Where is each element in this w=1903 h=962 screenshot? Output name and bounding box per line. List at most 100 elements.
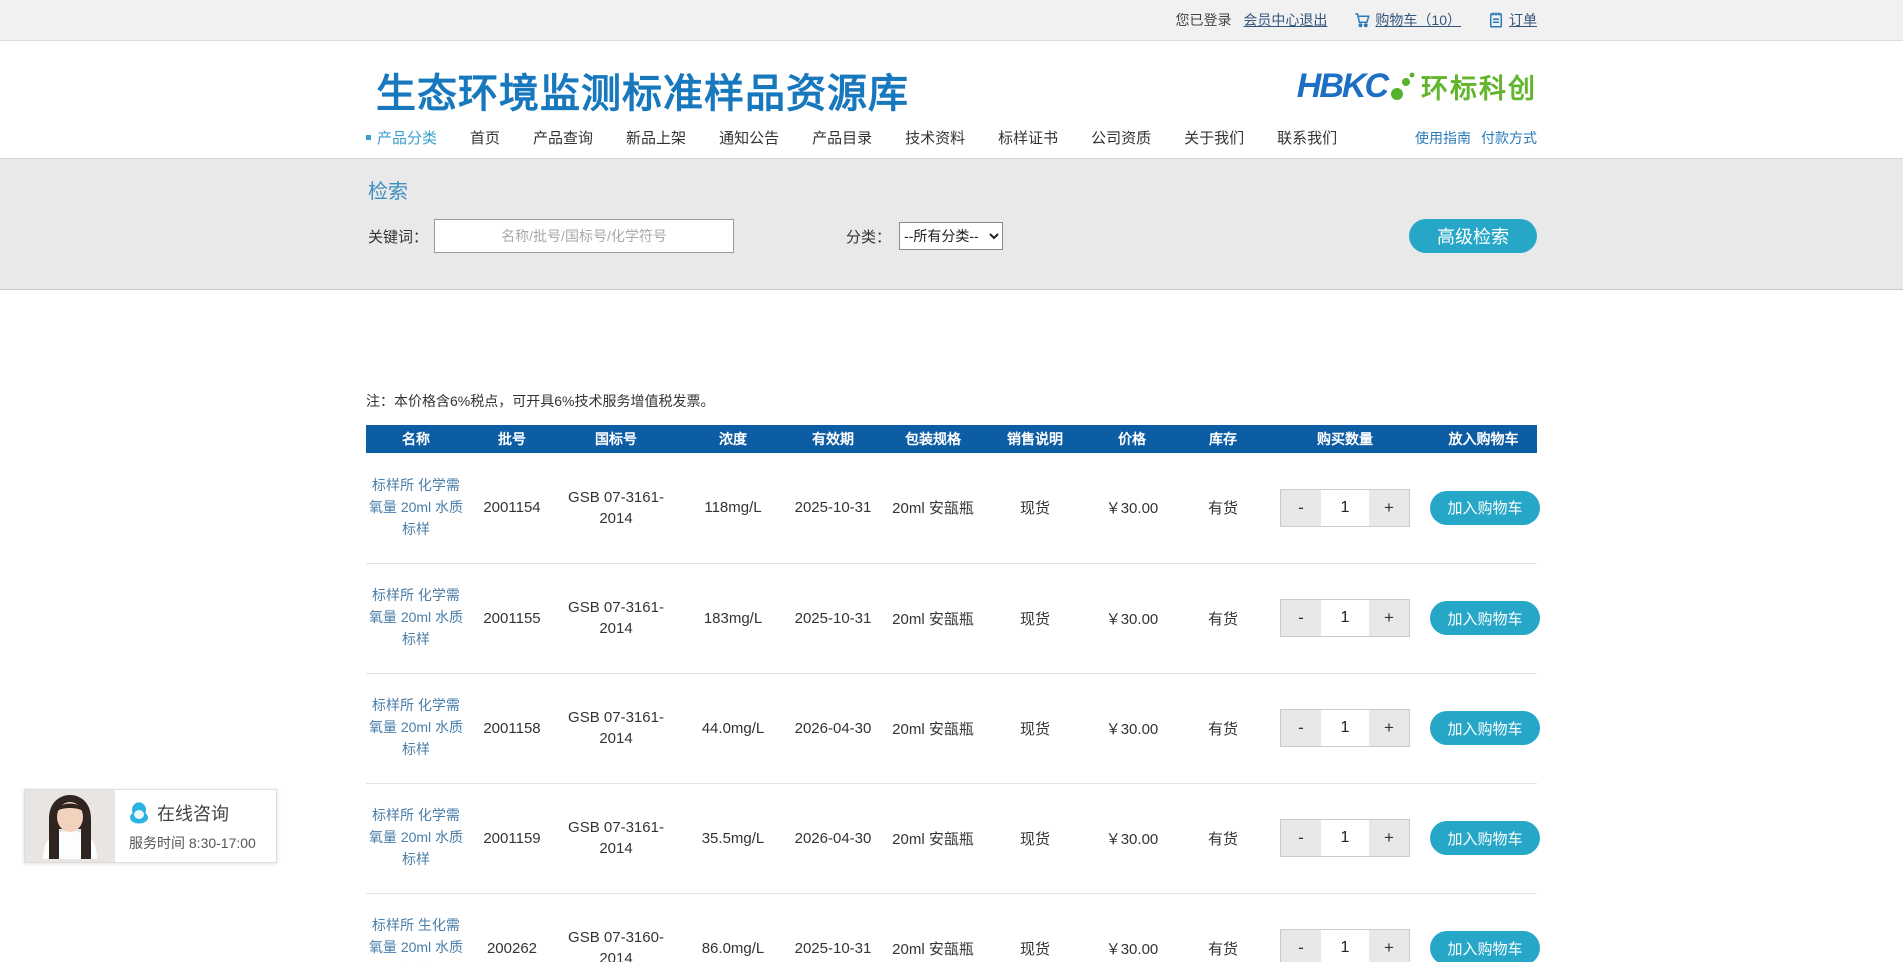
site-header: 生态环境监测标准样品资源库 HBKC 环标科创 产品分类 首页 产品查询 新品上… xyxy=(0,41,1903,159)
chat-title[interactable]: 在线咨询 xyxy=(157,800,229,826)
agent-avatar xyxy=(25,790,115,862)
price-value: ￥30.00 xyxy=(1078,673,1186,783)
qq-icon xyxy=(129,802,149,824)
quantity-value[interactable]: 1 xyxy=(1321,600,1369,636)
nav-item-notices[interactable]: 通知公告 xyxy=(719,127,779,148)
quantity-value[interactable]: 1 xyxy=(1321,820,1369,856)
quantity-value[interactable]: 1 xyxy=(1321,710,1369,746)
add-to-cart-button[interactable]: 加入购物车 xyxy=(1430,601,1540,635)
quantity-stepper: - 1 + xyxy=(1280,819,1410,857)
concentration-value: 44.0mg/L xyxy=(674,673,792,783)
nav-right-links: 使用指南 付款方式 xyxy=(1415,128,1537,148)
quantity-plus-button[interactable]: + xyxy=(1369,600,1409,636)
product-name-link[interactable]: 标样所 化学需氧量 20ml 水质标样 xyxy=(368,475,464,540)
quantity-minus-button[interactable]: - xyxy=(1281,490,1321,526)
nav-item-company-qualifications[interactable]: 公司资质 xyxy=(1091,127,1151,148)
product-name-link[interactable]: 标样所 化学需氧量 20ml 水质标样 xyxy=(368,585,464,650)
search-section-title: 检索 xyxy=(368,175,408,204)
search-section: 检索 关键词： 分类： --所有分类-- 高级检索 xyxy=(0,159,1903,290)
expiry-date: 2026-04-30 xyxy=(792,783,874,893)
sale-status: 现货 xyxy=(992,673,1078,783)
batch-number: 2001158 xyxy=(466,673,558,783)
payment-methods-link[interactable]: 付款方式 xyxy=(1481,128,1537,148)
user-guide-link[interactable]: 使用指南 xyxy=(1415,128,1471,148)
product-table: 名称 批号 国标号 浓度 有效期 包装规格 销售说明 价格 库存 购买数量 放入… xyxy=(366,425,1537,962)
gsb-number: GSB 07-3160-2014 xyxy=(558,893,674,962)
product-name-link[interactable]: 标样所 生化需氧量 20ml 水质标样 xyxy=(368,915,464,962)
quantity-plus-button[interactable]: + xyxy=(1369,490,1409,526)
col-header-concentration: 浓度 xyxy=(674,425,792,453)
quantity-value[interactable]: 1 xyxy=(1321,490,1369,526)
gsb-number: GSB 07-3161-2014 xyxy=(558,453,674,563)
batch-number: 2001154 xyxy=(466,453,558,563)
product-row: 标样所 化学需氧量 20ml 水质标样 2001155 GSB 07-3161-… xyxy=(366,563,1537,673)
concentration-value: 183mg/L xyxy=(674,563,792,673)
chat-info: 在线咨询 服务时间 8:30-17:00 xyxy=(115,790,276,862)
stock-status: 有货 xyxy=(1186,783,1260,893)
quantity-minus-button[interactable]: - xyxy=(1281,710,1321,746)
nav-item-about-us[interactable]: 关于我们 xyxy=(1184,127,1244,148)
col-header-package: 包装规格 xyxy=(874,425,992,453)
quantity-minus-button[interactable]: - xyxy=(1281,930,1321,962)
orders-link-group[interactable]: 订单 xyxy=(1487,10,1537,30)
quantity-stepper: - 1 + xyxy=(1280,599,1410,637)
gsb-number: GSB 07-3161-2014 xyxy=(558,783,674,893)
package-spec: 20ml 安瓿瓶 xyxy=(874,783,992,893)
nav-item-product-catalog[interactable]: 产品目录 xyxy=(812,127,872,148)
concentration-value: 86.0mg/L xyxy=(674,893,792,962)
quantity-plus-button[interactable]: + xyxy=(1369,820,1409,856)
sale-status: 现货 xyxy=(992,783,1078,893)
quantity-minus-button[interactable]: - xyxy=(1281,600,1321,636)
product-row: 标样所 化学需氧量 20ml 水质标样 2001158 GSB 07-3161-… xyxy=(366,673,1537,783)
stock-status: 有货 xyxy=(1186,563,1260,673)
nav-item-new-arrivals[interactable]: 新品上架 xyxy=(626,127,686,148)
batch-number: 2001159 xyxy=(466,783,558,893)
topbar: 您已登录 会员中心退出 购物车（10） 订单 xyxy=(0,0,1903,41)
chat-widget[interactable]: 在线咨询 服务时间 8:30-17:00 xyxy=(24,789,277,863)
nav-item-contact-us[interactable]: 联系我们 xyxy=(1277,127,1337,148)
keyword-input[interactable] xyxy=(434,219,734,253)
nav-list: 产品分类 首页 产品查询 新品上架 通知公告 产品目录 技术资料 标样证书 公司… xyxy=(366,127,1337,148)
nav-item-product-categories[interactable]: 产品分类 xyxy=(366,127,437,148)
stock-status: 有货 xyxy=(1186,453,1260,563)
orders-link[interactable]: 订单 xyxy=(1509,10,1537,30)
product-row: 标样所 化学需氧量 20ml 水质标样 2001159 GSB 07-3161-… xyxy=(366,783,1537,893)
expiry-date: 2025-10-31 xyxy=(792,453,874,563)
col-header-name: 名称 xyxy=(366,425,466,453)
nav-item-technical-docs[interactable]: 技术资料 xyxy=(905,127,965,148)
quantity-plus-button[interactable]: + xyxy=(1369,930,1409,962)
gsb-number: GSB 07-3161-2014 xyxy=(558,673,674,783)
stock-status: 有货 xyxy=(1186,673,1260,783)
category-label: 分类： xyxy=(846,226,891,247)
add-to-cart-button[interactable]: 加入购物车 xyxy=(1430,491,1540,525)
product-name-link[interactable]: 标样所 化学需氧量 20ml 水质标样 xyxy=(368,695,464,760)
quantity-value[interactable]: 1 xyxy=(1321,930,1369,962)
cart-link-group[interactable]: 购物车（10） xyxy=(1353,10,1461,30)
add-to-cart-button[interactable]: 加入购物车 xyxy=(1430,711,1540,745)
quantity-stepper: - 1 + xyxy=(1280,489,1410,527)
col-header-sale: 销售说明 xyxy=(992,425,1078,453)
brand-abbr: HBKC xyxy=(1297,67,1387,106)
batch-number: 200262 xyxy=(466,893,558,962)
gsb-number: GSB 07-3161-2014 xyxy=(558,563,674,673)
nav-item-home[interactable]: 首页 xyxy=(470,127,500,148)
package-spec: 20ml 安瓿瓶 xyxy=(874,563,992,673)
category-select[interactable]: --所有分类-- xyxy=(899,222,1003,250)
quantity-minus-button[interactable]: - xyxy=(1281,820,1321,856)
search-form: 关键词： 分类： --所有分类-- 高级检索 xyxy=(368,219,1537,253)
product-row: 标样所 化学需氧量 20ml 水质标样 2001154 GSB 07-3161-… xyxy=(366,453,1537,563)
add-to-cart-button[interactable]: 加入购物车 xyxy=(1430,931,1540,962)
quantity-plus-button[interactable]: + xyxy=(1369,710,1409,746)
site-title: 生态环境监测标准样品资源库 xyxy=(376,61,909,119)
member-center-logout-link[interactable]: 会员中心退出 xyxy=(1243,10,1327,30)
nav-item-certificates[interactable]: 标样证书 xyxy=(998,127,1058,148)
keyword-label: 关键词： xyxy=(368,226,428,247)
cart-link[interactable]: 购物车（10） xyxy=(1375,10,1461,30)
advanced-search-button[interactable]: 高级检索 xyxy=(1409,219,1537,253)
brand-name: 环标科创 xyxy=(1421,67,1537,106)
add-to-cart-button[interactable]: 加入购物车 xyxy=(1430,821,1540,855)
expiry-date: 2025-10-31 xyxy=(792,563,874,673)
product-name-link[interactable]: 标样所 化学需氧量 20ml 水质标样 xyxy=(368,805,464,870)
nav-item-product-search[interactable]: 产品查询 xyxy=(533,127,593,148)
batch-number: 2001155 xyxy=(466,563,558,673)
